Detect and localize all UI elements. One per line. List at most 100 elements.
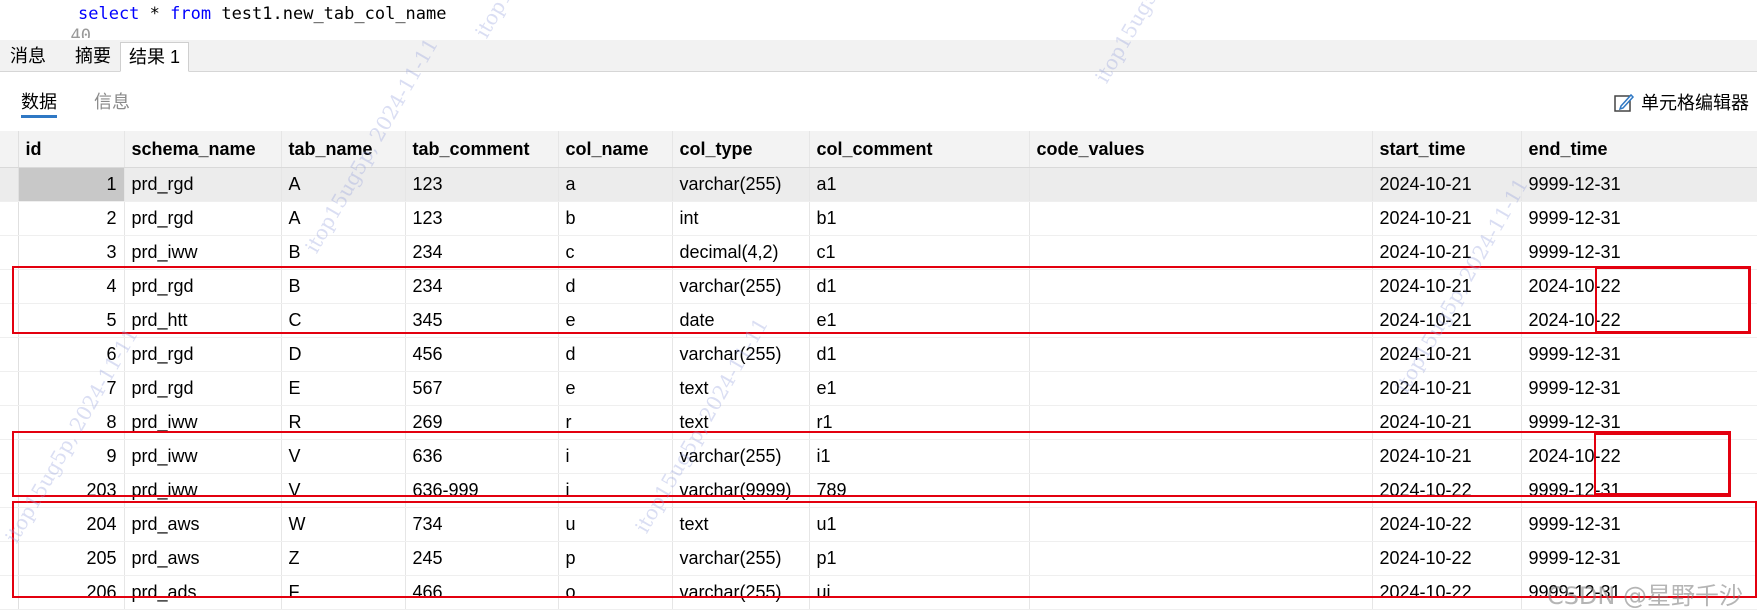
table-cell-col-comment[interactable]: 789: [809, 473, 1030, 508]
table-row[interactable]: 6 prd_rgd D 456 d varchar(255) d1 2024-10-21 999…: [0, 337, 1757, 372]
table-cell-start-time[interactable]: 2024-10-22: [1372, 541, 1522, 576]
table-cell-code-values[interactable]: [1029, 235, 1373, 270]
table-cell-col-type[interactable]: text: [672, 507, 810, 542]
table-cell-code-values[interactable]: [1029, 541, 1373, 576]
table-cell-tab-name[interactable]: V: [281, 439, 406, 474]
table-cell-code-values[interactable]: [1029, 337, 1373, 372]
table-cell-schema-name[interactable]: prd_iww: [124, 439, 282, 474]
column-header[interactable]: col_comment: [809, 131, 1030, 168]
row-selector[interactable]: [0, 575, 19, 610]
table-cell-end-time[interactable]: 9999-12-31: [1521, 575, 1757, 610]
table-cell-end-time[interactable]: 9999-12-31: [1521, 167, 1757, 202]
table-cell-start-time[interactable]: 2024-10-21: [1372, 371, 1522, 406]
table-cell-id[interactable]: 7: [18, 371, 125, 406]
table-cell-schema-name[interactable]: prd_rgd: [124, 371, 282, 406]
sql-editor[interactable]: 40 select * from test1.new_tab_col_name …: [0, 0, 1757, 38]
table-cell-col-name[interactable]: i: [558, 473, 673, 508]
table-cell-id[interactable]: 206: [18, 575, 125, 610]
column-header[interactable]: schema_name: [124, 131, 282, 168]
table-cell-code-values[interactable]: [1029, 371, 1373, 406]
table-cell-id[interactable]: 205: [18, 541, 125, 576]
column-header[interactable]: code_values: [1029, 131, 1373, 168]
table-cell-tab-comment[interactable]: 734: [405, 507, 559, 542]
table-cell-start-time[interactable]: 2024-10-22: [1372, 575, 1522, 610]
table-cell-tab-name[interactable]: A: [281, 167, 406, 202]
table-cell-schema-name[interactable]: prd_iww: [124, 405, 282, 440]
table-cell-start-time[interactable]: 2024-10-21: [1372, 439, 1522, 474]
table-cell-id[interactable]: 8: [18, 405, 125, 440]
table-cell-col-name[interactable]: p: [558, 541, 673, 576]
table-cell-end-time[interactable]: 9999-12-31: [1521, 337, 1757, 372]
row-selector[interactable]: [0, 473, 19, 508]
table-cell-id[interactable]: 3: [18, 235, 125, 270]
table-cell-col-type[interactable]: varchar(255): [672, 167, 810, 202]
table-cell-start-time[interactable]: 2024-10-21: [1372, 235, 1522, 270]
row-selector[interactable]: [0, 371, 19, 406]
table-cell-col-comment[interactable]: d1: [809, 269, 1030, 304]
table-cell-col-name[interactable]: d: [558, 269, 673, 304]
tab-info[interactable]: 信息: [94, 88, 130, 118]
table-cell-tab-name[interactable]: R: [281, 405, 406, 440]
table-cell-tab-name[interactable]: C: [281, 303, 406, 338]
tab-messages[interactable]: 消息: [2, 42, 54, 72]
table-cell-start-time[interactable]: 2024-10-21: [1372, 405, 1522, 440]
table-cell-col-type[interactable]: date: [672, 303, 810, 338]
table-cell-end-time[interactable]: 9999-12-31: [1521, 473, 1757, 508]
result-grid[interactable]: id schema_name tab_name tab_comment col_…: [0, 131, 1757, 610]
table-cell-id[interactable]: 6: [18, 337, 125, 372]
table-cell-tab-name[interactable]: B: [281, 235, 406, 270]
table-cell-col-comment[interactable]: c1: [809, 235, 1030, 270]
table-cell-end-time[interactable]: 9999-12-31: [1521, 405, 1757, 440]
table-cell-col-type[interactable]: varchar(255): [672, 337, 810, 372]
table-cell-col-comment[interactable]: e1: [809, 303, 1030, 338]
table-cell-code-values[interactable]: [1029, 269, 1373, 304]
column-header[interactable]: col_name: [558, 131, 673, 168]
table-row[interactable]: 4 prd_rgd B 234 d varchar(255) d1 2024-10-21 202…: [0, 269, 1757, 304]
table-cell-end-time[interactable]: 9999-12-31: [1521, 371, 1757, 406]
table-cell-col-name[interactable]: e: [558, 303, 673, 338]
table-cell-start-time[interactable]: 2024-10-21: [1372, 167, 1522, 202]
table-cell-col-comment[interactable]: r1: [809, 405, 1030, 440]
table-cell-col-type[interactable]: decimal(4,2): [672, 235, 810, 270]
table-cell-col-comment[interactable]: e1: [809, 371, 1030, 406]
table-cell-col-comment[interactable]: i1: [809, 439, 1030, 474]
row-selector[interactable]: [0, 541, 19, 576]
table-row[interactable]: 204 prd_aws W 734 u text u1 2024-10-22 9999-12-3…: [0, 507, 1757, 542]
column-header[interactable]: end_time: [1521, 131, 1757, 168]
table-cell-col-name[interactable]: u: [558, 507, 673, 542]
table-cell-tab-comment[interactable]: 123: [405, 167, 559, 202]
table-cell-start-time[interactable]: 2024-10-21: [1372, 269, 1522, 304]
table-cell-col-name[interactable]: a: [558, 167, 673, 202]
table-cell-id[interactable]: 5: [18, 303, 125, 338]
table-cell-col-comment[interactable]: a1: [809, 167, 1030, 202]
table-cell-tab-comment[interactable]: 269: [405, 405, 559, 440]
table-cell-col-type[interactable]: varchar(255): [672, 269, 810, 304]
cell-editor-button[interactable]: 单元格编辑器: [1613, 90, 1749, 116]
table-row[interactable]: 203 prd_iww V 636-999 i varchar(9999) 789 2024-…: [0, 473, 1757, 508]
table-cell-end-time[interactable]: 9999-12-31: [1521, 201, 1757, 236]
table-cell-schema-name[interactable]: prd_ads: [124, 575, 282, 610]
table-cell-end-time[interactable]: 9999-12-31: [1521, 235, 1757, 270]
column-header[interactable]: start_time: [1372, 131, 1522, 168]
tab-summary[interactable]: 摘要: [67, 42, 119, 72]
table-cell-id[interactable]: 203: [18, 473, 125, 508]
table-cell-start-time[interactable]: 2024-10-21: [1372, 337, 1522, 372]
table-cell-start-time[interactable]: 2024-10-21: [1372, 201, 1522, 236]
table-cell-schema-name[interactable]: prd_rgd: [124, 269, 282, 304]
table-cell-code-values[interactable]: [1029, 201, 1373, 236]
tab-data[interactable]: 数据: [21, 88, 57, 118]
row-selector[interactable]: [0, 507, 19, 542]
table-row[interactable]: 5 prd_htt C 345 e date e1 2024-10-21 2024-10-22: [0, 303, 1757, 338]
table-cell-schema-name[interactable]: prd_iww: [124, 235, 282, 270]
row-selector[interactable]: [0, 167, 19, 202]
table-row[interactable]: 7 prd_rgd E 567 e text e1 2024-10-21 9999-12-31: [0, 371, 1757, 406]
table-cell-tab-comment[interactable]: 123: [405, 201, 559, 236]
table-cell-tab-name[interactable]: B: [281, 269, 406, 304]
table-cell-tab-name[interactable]: E: [281, 371, 406, 406]
row-selector[interactable]: [0, 337, 19, 372]
table-cell-tab-comment[interactable]: 466: [405, 575, 559, 610]
table-cell-code-values[interactable]: [1029, 575, 1373, 610]
table-cell-col-comment[interactable]: ui: [809, 575, 1030, 610]
table-row[interactable]: 9 prd_iww V 636 i varchar(255) i1 2024-10-21 202…: [0, 439, 1757, 474]
table-cell-start-time[interactable]: 2024-10-22: [1372, 473, 1522, 508]
